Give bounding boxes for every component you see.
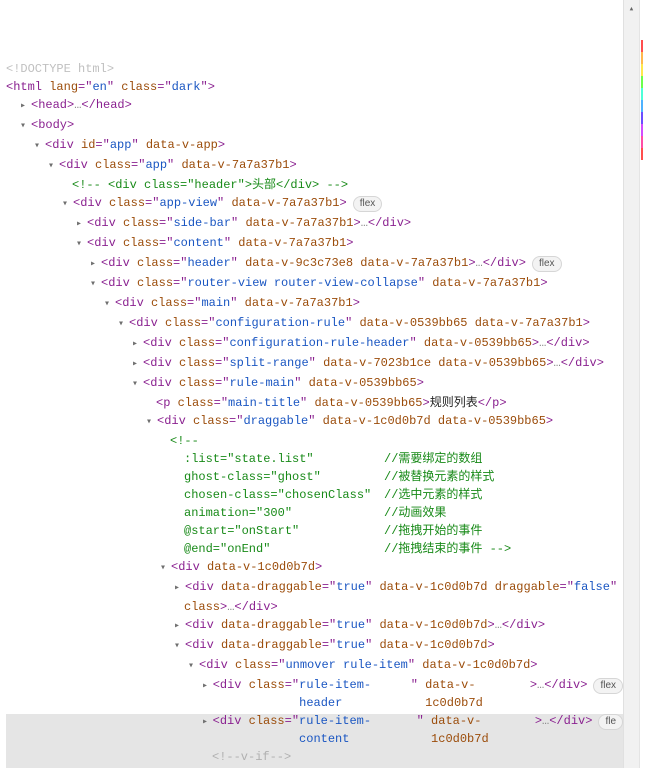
expand-toggle[interactable]	[76, 236, 86, 254]
flex-badge[interactable]: fle	[598, 714, 623, 730]
flex-badge[interactable]: flex	[353, 196, 383, 212]
elements-dom-tree[interactable]: <!DOCTYPE html> <html lang="en" class="d…	[0, 0, 623, 768]
unmover[interactable]: <div class="unmover rule-item" data-v-1c…	[188, 656, 623, 676]
head-node[interactable]: <head>…</head>	[20, 96, 623, 116]
doctype-line[interactable]: <!DOCTYPE html>	[6, 60, 623, 78]
expand-toggle[interactable]	[20, 118, 30, 136]
expand-toggle[interactable]	[132, 356, 142, 374]
header-node[interactable]: <div class="header" data-v-9c3c73e8 data…	[90, 254, 623, 274]
rule-main[interactable]: <div class="rule-main" data-v-0539bb65>	[132, 374, 623, 394]
comment-line[interactable]: chosen-class="chosenClass"//选中元素的样式	[174, 486, 623, 504]
expand-toggle[interactable]	[202, 714, 212, 732]
expand-toggle[interactable]	[118, 316, 128, 334]
comment-line[interactable]: :list="state.list"//需要绑定的数组	[174, 450, 623, 468]
configuration-rule[interactable]: <div class="configuration-rule" data-v-0…	[118, 314, 623, 334]
expand-toggle[interactable]	[76, 216, 86, 234]
rule-item-header[interactable]: <div class="rule-item-header" data-v-1c0…	[202, 676, 623, 712]
expand-toggle[interactable]	[62, 196, 72, 214]
drag-item-c[interactable]: <div data-draggable="true" data-v-1c0d0b…	[174, 636, 623, 656]
devtools-window: <!DOCTYPE html> <html lang="en" class="d…	[0, 0, 653, 768]
app-inner[interactable]: <div class="app" data-v-7a7a37b1>	[48, 156, 623, 176]
configuration-rule-header[interactable]: <div class="configuration-rule-header" d…	[132, 334, 623, 354]
drag-item-a-cont[interactable]: class>…</div>	[174, 598, 623, 616]
vertical-scrollbar[interactable]: ▴	[623, 0, 639, 768]
overview-ruler[interactable]	[639, 0, 653, 768]
router-view[interactable]: <div class="router-view router-view-coll…	[90, 274, 623, 294]
draggable[interactable]: <div class="draggable" data-v-1c0d0b7d d…	[146, 412, 623, 432]
main[interactable]: <div class="main" data-v-7a7a37b1>	[104, 294, 623, 314]
split-range[interactable]: <div class="split-range" data-v-7023b1ce…	[132, 354, 623, 374]
expand-toggle[interactable]	[132, 376, 142, 394]
expand-toggle[interactable]	[174, 580, 184, 598]
expand-toggle[interactable]	[174, 618, 184, 636]
expand-toggle[interactable]	[160, 560, 170, 578]
comment-line[interactable]: @start="onStart"//拖拽开始的事件	[174, 522, 623, 540]
expand-toggle[interactable]	[20, 98, 30, 116]
rule-item-content[interactable]: <div class="rule-item-content" data-v-1c…	[202, 712, 623, 748]
side-bar[interactable]: <div class="side-bar" data-v-7a7a37b1>…<…	[76, 214, 623, 234]
flex-badge[interactable]: flex	[532, 256, 562, 272]
expand-toggle[interactable]	[48, 158, 58, 176]
expand-toggle[interactable]	[202, 678, 212, 696]
expand-toggle[interactable]	[132, 336, 142, 354]
expand-toggle[interactable]	[104, 296, 114, 314]
comment-line[interactable]: animation="300"//动画效果	[174, 504, 623, 522]
expand-toggle[interactable]	[34, 138, 44, 156]
drag-wrap[interactable]: <div data-v-1c0d0b7d>	[160, 558, 623, 578]
expand-toggle[interactable]	[90, 276, 100, 294]
expand-toggle[interactable]	[146, 414, 156, 432]
expand-toggle[interactable]	[90, 256, 100, 274]
expand-toggle[interactable]	[188, 658, 198, 676]
flex-badge[interactable]: flex	[593, 678, 623, 694]
scroll-up-icon[interactable]: ▴	[624, 0, 639, 18]
overview-colors	[641, 40, 643, 160]
big-comment-open[interactable]: <!--	[160, 432, 623, 450]
body-open[interactable]: <body>	[20, 116, 623, 136]
app-div[interactable]: <div id="app" data-v-app>	[34, 136, 623, 156]
v-if-comment[interactable]: <!--v-if-->	[202, 748, 623, 766]
content[interactable]: <div class="content" data-v-7a7a37b1>	[76, 234, 623, 254]
comment-header[interactable]: <!-- <div class="header">头部</div> -->	[62, 176, 623, 194]
main-title[interactable]: <p class="main-title" data-v-0539bb65>规则…	[146, 394, 623, 412]
comment-line[interactable]: @end="onEnd"//拖拽结束的事件 -->	[174, 540, 623, 558]
expand-toggle[interactable]	[174, 638, 184, 656]
html-open[interactable]: <html lang="en" class="dark">	[6, 78, 623, 96]
drag-item-b[interactable]: <div data-draggable="true" data-v-1c0d0b…	[174, 616, 623, 636]
app-view[interactable]: <div class="app-view" data-v-7a7a37b1> f…	[62, 194, 623, 214]
comment-line[interactable]: ghost-class="ghost"//被替换元素的样式	[174, 468, 623, 486]
drag-item-a[interactable]: <div data-draggable="true" data-v-1c0d0b…	[174, 578, 623, 598]
